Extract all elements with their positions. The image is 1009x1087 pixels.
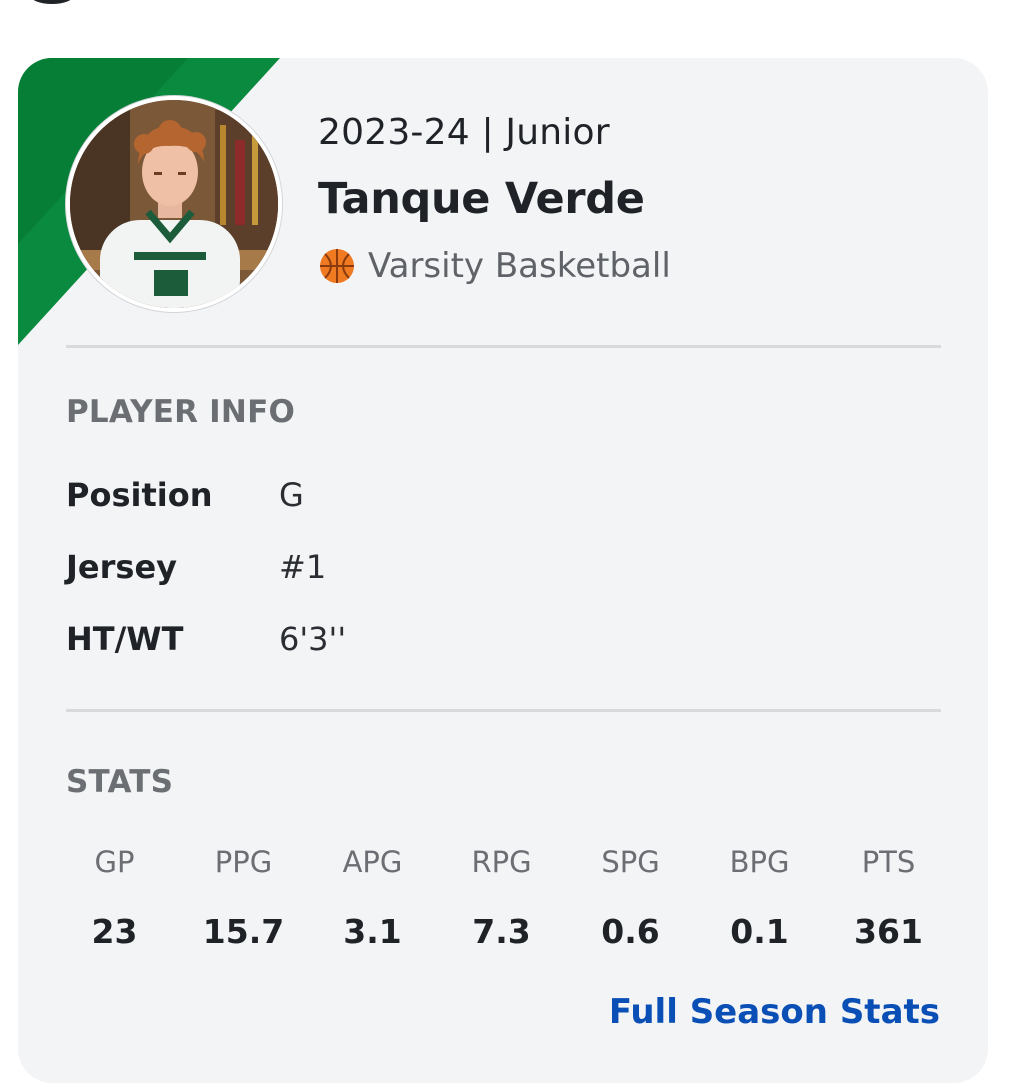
info-row-height-weight: HT/WT 6'3'' (66, 620, 766, 664)
stat-bpg: BPG 0.1 (695, 838, 824, 956)
info-row-jersey: Jersey #1 (66, 548, 766, 592)
stat-header: PPG (214, 845, 273, 879)
info-value: 6'3'' (279, 620, 347, 658)
stat-value: 0.1 (730, 912, 789, 951)
divider-middle (66, 709, 941, 712)
player-avatar[interactable] (66, 96, 282, 312)
full-season-stats-link[interactable]: Full Season Stats (609, 992, 940, 1032)
stat-gp: GP 23 (50, 838, 179, 956)
stat-value: 3.1 (343, 912, 402, 951)
stat-spg: SPG 0.6 (566, 838, 695, 956)
stats-title: STATS (66, 764, 174, 800)
sport-line: Varsity Basketball (318, 246, 671, 286)
stat-value: 7.3 (472, 912, 531, 951)
info-label: HT/WT (66, 620, 184, 658)
info-label: Position (66, 476, 213, 514)
player-card: 2023-24 | Junior Tanque Verde Varsity Ba… (18, 58, 988, 1083)
stat-header: RPG (471, 845, 532, 879)
stat-apg: APG 3.1 (308, 838, 437, 956)
stat-pts: PTS 361 (824, 838, 953, 956)
stat-header: PTS (861, 845, 916, 879)
cropped-glyph-fragment (30, 0, 74, 4)
sport-label: Varsity Basketball (368, 246, 671, 286)
stat-value: 15.7 (202, 912, 285, 951)
info-value: #1 (279, 548, 327, 586)
info-value: G (279, 476, 304, 514)
stat-header: BPG (729, 845, 790, 879)
school-name[interactable]: Tanque Verde (318, 174, 645, 224)
divider-top (66, 345, 941, 348)
stat-header: SPG (601, 845, 660, 879)
basketball-icon (320, 249, 354, 283)
stat-header: GP (94, 845, 135, 879)
season-and-class: 2023-24 | Junior (318, 112, 610, 153)
stat-header: APG (342, 845, 403, 879)
info-label: Jersey (66, 548, 177, 586)
stats-grid: GP 23 PPG 15.7 APG 3.1 RPG 7.3 SPG 0.6 B… (50, 838, 953, 956)
stat-ppg: PPG 15.7 (179, 838, 308, 956)
info-row-position: Position G (66, 476, 766, 520)
stat-value: 361 (854, 912, 923, 951)
player-info-title: PLAYER INFO (66, 394, 295, 430)
stat-value: 23 (91, 912, 138, 951)
player-photo-icon (70, 100, 278, 308)
stat-rpg: RPG 7.3 (437, 838, 566, 956)
stat-value: 0.6 (601, 912, 660, 951)
